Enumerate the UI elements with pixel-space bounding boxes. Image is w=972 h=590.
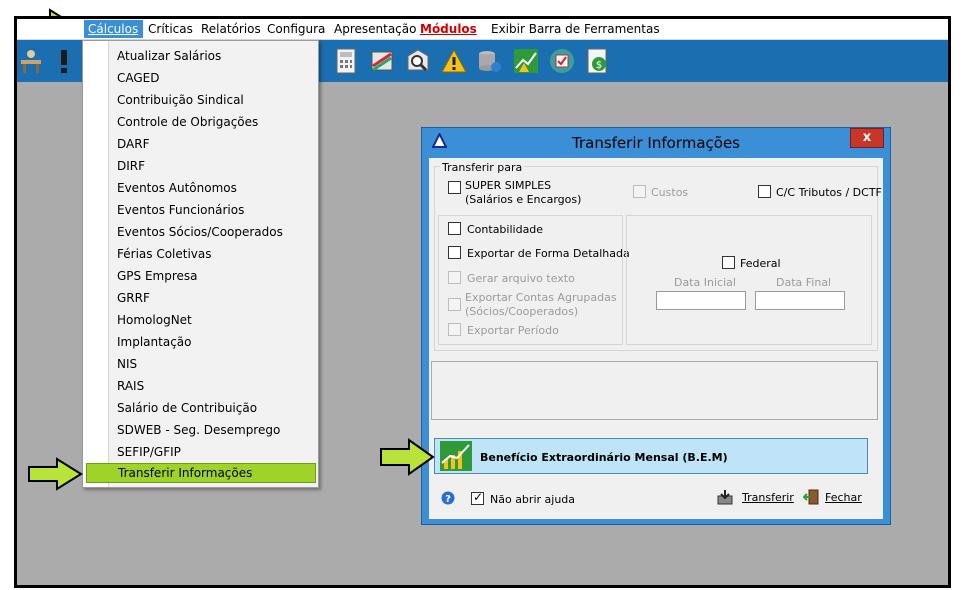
menu-item-atualizar-salarios[interactable]: Atualizar Salários — [117, 49, 221, 63]
menu-item-homolognet[interactable]: HomologNet — [117, 313, 192, 327]
chart-warning-icon[interactable] — [513, 48, 539, 74]
menu-item-contribuicao-sindical[interactable]: Contribuição Sindical — [117, 93, 244, 107]
dialog-title: Transferir Informações — [572, 134, 740, 152]
bem-arrow-icon — [380, 438, 435, 476]
search-document-icon[interactable] — [405, 48, 431, 74]
menu-item-ferias-coletivas[interactable]: Férias Coletivas — [117, 247, 212, 261]
data-inicial-label: Data Inicial — [674, 276, 736, 289]
super-simples-checkbox[interactable] — [448, 181, 461, 194]
cc-tributos-label: C/C Tributos / DCTF — [776, 186, 882, 199]
exportar-contas-label: Exportar Contas Agrupadas — [465, 291, 617, 304]
menu-item-sdweb[interactable]: SDWEB - Seg. Desemprego — [117, 423, 280, 437]
dialog-titlebar[interactable]: Transferir Informações x — [422, 128, 890, 156]
super-simples-label: SUPER SIMPLES — [465, 179, 552, 192]
exportar-detalhada-checkbox[interactable] — [448, 246, 461, 259]
chart-up-icon — [440, 441, 472, 471]
calculos-dropdown: Atualizar Salários CAGED Contribuição Si… — [82, 40, 319, 488]
menu-item-caged[interactable]: CAGED — [117, 71, 160, 85]
menu-item-nis[interactable]: NIS — [117, 357, 137, 371]
warning-icon[interactable] — [441, 48, 467, 74]
custos-checkbox[interactable] — [633, 185, 646, 198]
help-icon[interactable]: ? — [441, 491, 455, 505]
super-simples-sublabel: (Salários e Encargos) — [465, 193, 582, 206]
worker-desk-icon[interactable] — [19, 48, 45, 74]
contabilidade-label: Contabilidade — [467, 223, 544, 236]
dialog-body: Transferir para SUPER SIMPLES (Salários … — [429, 158, 883, 519]
alert-exclamation-icon[interactable] — [57, 48, 71, 74]
menu-configura[interactable]: Configura — [267, 22, 325, 36]
money-document-icon[interactable]: $ — [585, 48, 611, 74]
menu-item-grrf[interactable]: GRRF — [117, 291, 150, 305]
exportar-periodo-checkbox[interactable] — [448, 323, 461, 336]
gerar-arquivo-checkbox[interactable] — [448, 271, 461, 284]
menu-item-eventos-funcionarios[interactable]: Eventos Funcionários — [117, 203, 244, 217]
cc-tributos-checkbox[interactable] — [758, 185, 771, 198]
fechar-button[interactable]: Fechar — [825, 491, 862, 504]
group-label: Transferir para — [440, 161, 525, 174]
menu-bar: Cálculos Críticas Relatórios Configura A… — [17, 19, 948, 40]
fechar-icon — [803, 489, 819, 505]
transferir-button[interactable]: Transferir — [742, 491, 794, 504]
data-inicial-input[interactable] — [656, 291, 746, 310]
svg-text:?: ? — [445, 494, 451, 505]
menu-item-controle-obrigacoes[interactable]: Controle de Obrigações — [117, 115, 258, 129]
exportar-periodo-label: Exportar Período — [467, 324, 559, 337]
svg-text:$: $ — [596, 60, 602, 71]
menu-item-rais[interactable]: RAIS — [117, 379, 144, 393]
info-area — [431, 361, 878, 420]
database-globe-icon[interactable] — [477, 48, 503, 74]
nao-abrir-ajuda-checkbox[interactable] — [471, 490, 484, 505]
menu-exibir-barra[interactable]: Exibir Barra de Ferramentas — [491, 22, 660, 36]
data-final-input[interactable] — [755, 291, 845, 310]
federal-group — [626, 215, 872, 345]
close-button[interactable]: x — [850, 128, 884, 148]
transferir-dialog: Transferir Informações x Transferir para… — [421, 127, 891, 525]
menu-relatorios[interactable]: Relatórios — [201, 22, 261, 36]
menu-modulos[interactable]: Módulos — [420, 22, 477, 36]
menu-item-transferir-informacoes[interactable]: Transferir Informações — [86, 463, 316, 483]
menu-item-sefip-gfip[interactable]: SEFIP/GFIP — [117, 445, 181, 459]
menu-item-eventos-socios[interactable]: Eventos Sócios/Cooperados — [117, 225, 283, 239]
menu-item-salario-contribuicao[interactable]: Salário de Contribuição — [117, 401, 257, 415]
gerar-arquivo-label: Gerar arquivo texto — [467, 272, 575, 285]
bem-label: Benefício Extraordinário Mensal (B.E.M) — [480, 451, 728, 464]
menu-criticas[interactable]: Críticas — [148, 22, 193, 36]
checklist-icon[interactable] — [549, 48, 575, 74]
menu-item-gps-empresa[interactable]: GPS Empresa — [117, 269, 198, 283]
exportar-contas-checkbox[interactable] — [448, 298, 461, 311]
custos-label: Custos — [651, 186, 689, 199]
report-book-icon[interactable] — [369, 48, 395, 74]
federal-label: Federal — [740, 257, 781, 270]
transferir-icon — [717, 490, 733, 505]
dropdown-icon-strip — [83, 41, 109, 487]
menu-item-dirf[interactable]: DIRF — [117, 159, 145, 173]
menu-calculos[interactable]: Cálculos — [84, 20, 144, 38]
contabilidade-checkbox[interactable] — [448, 222, 461, 235]
data-final-label: Data Final — [776, 276, 832, 289]
menu-item-darf[interactable]: DARF — [117, 137, 149, 151]
exportar-detalhada-label: Exportar de Forma Detalhada — [467, 247, 630, 260]
exportar-contas-sublabel: (Sócios/Cooperados) — [465, 305, 579, 318]
bem-button[interactable]: Benefício Extraordinário Mensal (B.E.M) — [434, 438, 868, 474]
app-window: Cálculos Críticas Relatórios Configura A… — [14, 16, 951, 588]
menu-item-eventos-autonomos[interactable]: Eventos Autônomos — [117, 181, 237, 195]
dropdown-arrow-icon — [28, 457, 83, 491]
federal-checkbox[interactable] — [722, 256, 735, 269]
menu-apresentacao[interactable]: Apresentação — [334, 22, 416, 36]
menu-item-implantacao[interactable]: Implantação — [117, 335, 192, 349]
calculator-icon[interactable] — [333, 48, 359, 74]
nao-abrir-ajuda-label: Não abrir ajuda — [490, 493, 576, 506]
